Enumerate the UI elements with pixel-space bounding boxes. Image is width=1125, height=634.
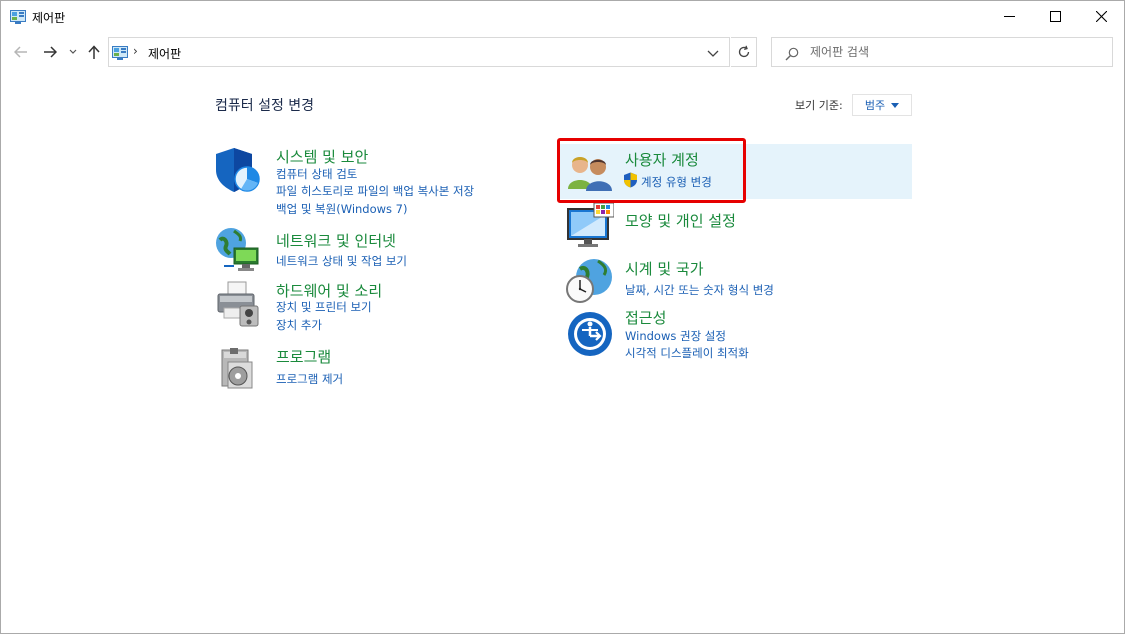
- uac-shield-icon: [623, 172, 638, 188]
- control-panel-window: 제어판 › 제어판 제어판 검색 컴퓨터 설정 변경 보기 기준: 범주 시스템…: [0, 0, 1125, 634]
- category-network-internet[interactable]: 네트워크 및 인터넷: [276, 230, 396, 251]
- link-recommended-settings[interactable]: Windows 권장 설정: [625, 328, 726, 344]
- caret-down-icon: [891, 102, 900, 108]
- view-by-value: 범주: [864, 99, 886, 112]
- refresh-icon: [738, 45, 749, 58]
- minimize-button[interactable]: [986, 1, 1032, 32]
- forward-button[interactable]: [41, 43, 59, 61]
- breadcrumb-control-panel[interactable]: 제어판: [148, 45, 181, 62]
- control-panel-icon: [10, 9, 26, 24]
- close-button[interactable]: [1078, 1, 1124, 32]
- link-uninstall-program[interactable]: 프로그램 제거: [276, 371, 343, 387]
- window-title: 제어판: [32, 11, 66, 25]
- search-box[interactable]: [771, 37, 1113, 67]
- chevron-down-icon: [707, 50, 719, 57]
- arrow-right-icon: [44, 46, 57, 58]
- title-bar: 제어판: [1, 1, 1124, 32]
- shield-icon[interactable]: [214, 146, 262, 194]
- arrow-left-icon: [14, 46, 27, 58]
- category-user-accounts[interactable]: 사용자 계정: [625, 149, 699, 170]
- maximize-button[interactable]: [1032, 1, 1078, 32]
- category-system-security[interactable]: 시스템 및 보안: [276, 146, 368, 167]
- control-panel-icon: [112, 45, 128, 60]
- close-icon: [1095, 11, 1107, 22]
- breadcrumb-separator: ›: [133, 44, 138, 58]
- monitor-palette-icon[interactable]: [566, 202, 615, 251]
- users-icon[interactable]: [566, 149, 614, 197]
- link-add-device[interactable]: 장치 추가: [276, 317, 322, 333]
- view-by-dropdown[interactable]: 범주: [852, 94, 912, 116]
- back-button[interactable]: [12, 43, 30, 61]
- link-optimize-visual-display[interactable]: 시각적 디스플레이 최적화: [625, 345, 749, 361]
- maximize-icon: [1049, 11, 1061, 22]
- link-change-account-type[interactable]: 계정 유형 변경: [641, 174, 712, 190]
- link-devices-printers[interactable]: 장치 및 프린터 보기: [276, 299, 372, 315]
- clock-globe-icon[interactable]: [566, 257, 614, 305]
- network-globe-icon[interactable]: [214, 226, 262, 274]
- link-network-status-tasks[interactable]: 네트워크 상태 및 작업 보기: [276, 253, 407, 269]
- ease-of-access-icon[interactable]: [566, 310, 614, 358]
- search-icon: [785, 46, 799, 61]
- programs-icon[interactable]: [214, 344, 262, 392]
- minimize-icon: [1003, 16, 1015, 17]
- address-history-button[interactable]: [706, 45, 720, 59]
- link-change-date-time-number-formats[interactable]: 날짜, 시간 또는 숫자 형식 변경: [625, 282, 774, 298]
- search-input[interactable]: [810, 42, 1100, 62]
- view-by-label: 보기 기준:: [795, 99, 843, 112]
- arrow-up-icon: [88, 45, 100, 59]
- link-review-computer-status[interactable]: 컴퓨터 상태 검토: [276, 166, 357, 182]
- printer-icon[interactable]: [214, 280, 262, 328]
- navigation-bar: › 제어판: [1, 37, 1124, 67]
- address-bar[interactable]: › 제어판: [108, 37, 730, 67]
- recent-locations-button[interactable]: [66, 43, 80, 61]
- category-programs[interactable]: 프로그램: [276, 346, 331, 367]
- category-appearance-personalization[interactable]: 모양 및 개인 설정: [625, 210, 736, 231]
- refresh-button[interactable]: [731, 37, 757, 67]
- category-ease-of-access[interactable]: 접근성: [625, 307, 666, 328]
- page-title: 컴퓨터 설정 변경: [215, 98, 315, 114]
- chevron-down-icon: [69, 49, 77, 54]
- link-file-history-backup[interactable]: 파일 히스토리로 파일의 백업 복사본 저장: [276, 183, 474, 199]
- up-button[interactable]: [85, 43, 103, 61]
- category-clock-region[interactable]: 시계 및 국가: [625, 258, 704, 279]
- link-backup-restore[interactable]: 백업 및 복원(Windows 7): [276, 201, 408, 217]
- category-hardware-sound[interactable]: 하드웨어 및 소리: [276, 280, 382, 301]
